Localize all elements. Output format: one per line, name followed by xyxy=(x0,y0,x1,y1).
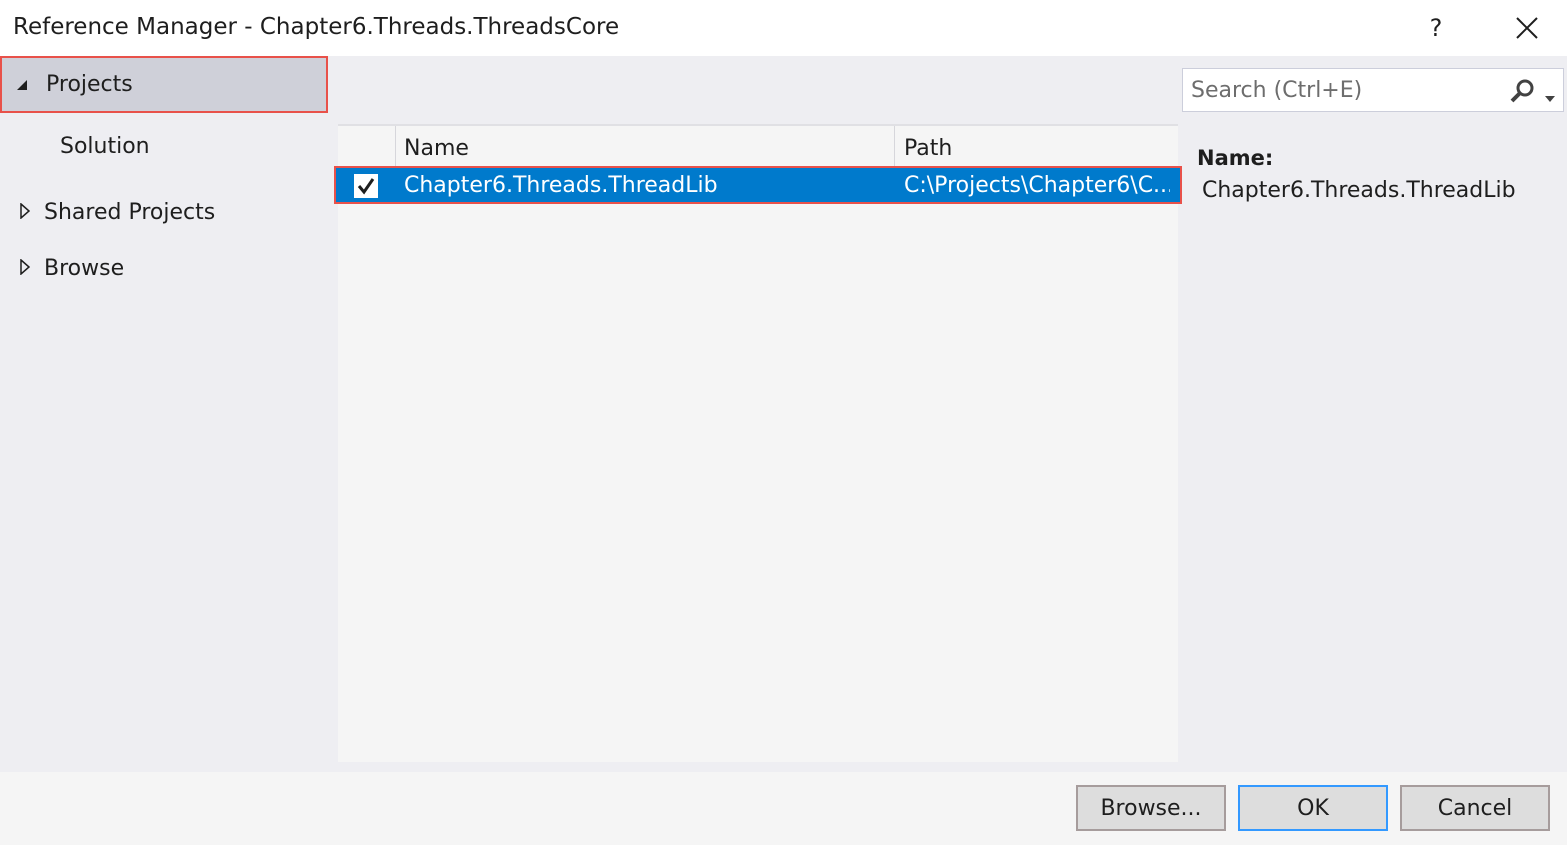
browse-button[interactable]: Browse... xyxy=(1076,785,1226,831)
table-row[interactable]: Chapter6.Threads.ThreadLib C:\Projects\C… xyxy=(334,166,1182,204)
include-checkbox[interactable] xyxy=(354,174,378,198)
window-title: Reference Manager - Chapter6.Threads.Thr… xyxy=(13,14,620,40)
ok-button[interactable]: OK xyxy=(1238,785,1388,831)
nav-item-browse[interactable]: Browse xyxy=(0,243,330,293)
cancel-button[interactable]: Cancel xyxy=(1400,785,1550,831)
nav-item-projects[interactable]: Projects xyxy=(0,56,328,113)
nav-item-shared-projects[interactable]: Shared Projects xyxy=(0,187,330,237)
column-divider[interactable] xyxy=(894,126,895,168)
project-list: Name Path Chapter6.Threads.ThreadLib C:\… xyxy=(334,124,1182,762)
nav-item-label: Shared Projects xyxy=(44,199,216,225)
column-header-path[interactable]: Path xyxy=(904,136,952,161)
details-name-label: Name: xyxy=(1197,146,1274,170)
help-button[interactable]: ? xyxy=(1416,8,1456,48)
list-header: Name Path xyxy=(338,124,1178,168)
nav-item-label: Browse xyxy=(44,255,125,281)
column-header-name[interactable]: Name xyxy=(404,136,469,161)
collapsed-triangle-icon xyxy=(20,256,31,281)
collapsed-triangle-icon xyxy=(20,200,31,225)
search-box[interactable] xyxy=(1182,68,1564,112)
details-name-value: Chapter6.Threads.ThreadLib xyxy=(1202,178,1516,203)
column-divider[interactable] xyxy=(395,126,396,168)
search-icon[interactable] xyxy=(1509,78,1535,108)
checkmark-icon xyxy=(357,178,375,195)
chevron-down-icon[interactable] xyxy=(1545,87,1555,106)
row-name: Chapter6.Threads.ThreadLib xyxy=(404,173,718,198)
title-bar: Reference Manager - Chapter6.Threads.Thr… xyxy=(0,0,1567,56)
expanded-triangle-icon xyxy=(16,72,28,97)
category-nav: Projects Solution Shared Projects Browse xyxy=(0,56,330,772)
row-path: C:\Projects\Chapter6\C... xyxy=(904,173,1170,198)
nav-item-label: Projects xyxy=(46,72,133,97)
close-icon xyxy=(1516,17,1538,39)
close-button[interactable] xyxy=(1505,8,1549,48)
search-input[interactable] xyxy=(1191,75,1501,105)
nav-item-solution[interactable]: Solution xyxy=(60,134,150,159)
